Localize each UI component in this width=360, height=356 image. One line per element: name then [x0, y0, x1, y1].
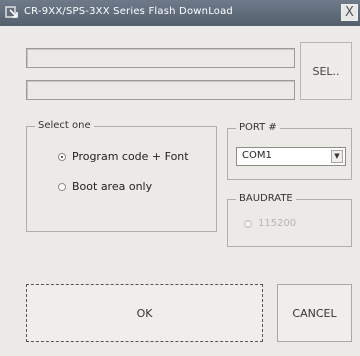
ok-button[interactable]: OK: [26, 284, 263, 342]
flash-download-dialog: CR-9XX/SPS-3XX Series Flash DownLoad X S…: [0, 0, 360, 356]
radio-baudrate[interactable]: 115200: [244, 218, 296, 229]
radio-label-boot-area-only: Boot area only: [72, 180, 153, 193]
title-bar[interactable]: CR-9XX/SPS-3XX Series Flash DownLoad X: [0, 0, 360, 26]
cancel-button[interactable]: CANCEL: [277, 284, 352, 342]
baudrate-legend: BAUDRATE: [236, 193, 296, 204]
radio-button-icon[interactable]: [58, 152, 66, 161]
select-one-group: Select one Program code + Font Boot area…: [26, 120, 217, 232]
radio-program-code-font[interactable]: Program code + Font: [58, 150, 189, 163]
file-path-field-1[interactable]: [26, 48, 295, 68]
file-path-field-2[interactable]: [26, 80, 295, 100]
radio-button-icon[interactable]: [58, 182, 66, 191]
select-file-button[interactable]: SEL..: [300, 42, 352, 100]
baudrate-group: BAUDRATE 115200: [227, 193, 352, 247]
chevron-down-icon[interactable]: ▼: [331, 150, 343, 163]
select-one-legend: Select one: [35, 120, 94, 131]
app-icon: [5, 6, 18, 18]
window-title: CR-9XX/SPS-3XX Series Flash DownLoad: [24, 6, 233, 17]
port-selected-value: COM1: [242, 150, 272, 161]
radio-boot-area-only[interactable]: Boot area only: [58, 180, 152, 193]
port-select[interactable]: COM1 ▼: [236, 147, 346, 166]
radio-label-program-code-font: Program code + Font: [72, 150, 189, 163]
close-button[interactable]: X: [341, 4, 358, 21]
port-legend: PORT #: [236, 122, 280, 133]
baudrate-option-label: 115200: [258, 218, 297, 229]
radio-button-icon[interactable]: [244, 219, 252, 228]
